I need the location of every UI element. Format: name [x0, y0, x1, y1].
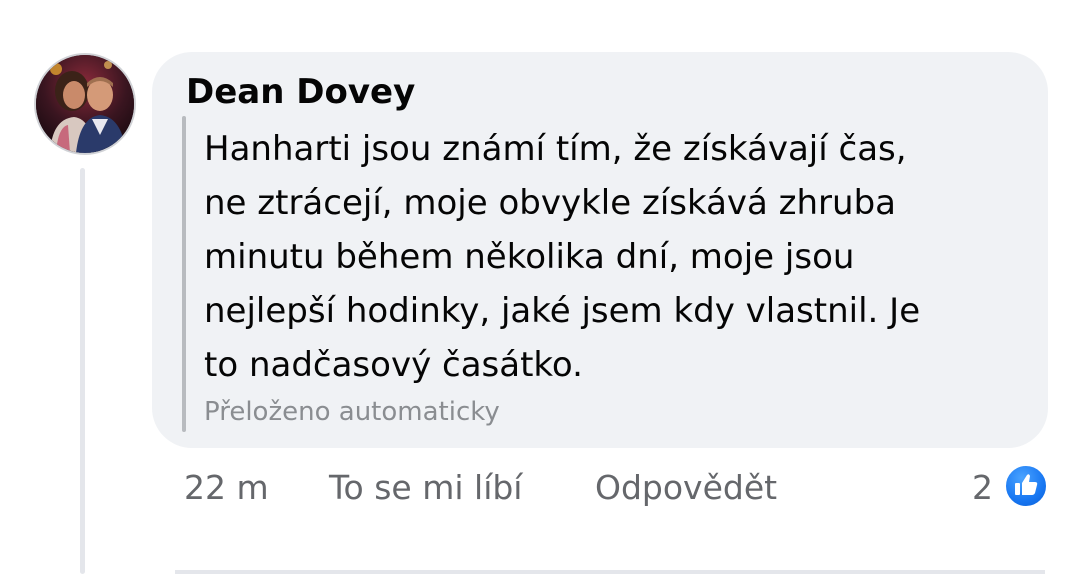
comment-line: nejlepší hodinky, jaké jsem kdy vlastnil… — [204, 291, 921, 331]
comment-timestamp[interactable]: 22 m — [184, 466, 269, 510]
auto-translated-label[interactable]: Přeloženo automaticky — [204, 394, 500, 430]
profile-photo-icon — [36, 55, 134, 153]
comment-line: Hanharti jsou známí tím, že získávají ča… — [204, 129, 907, 169]
divider — [175, 570, 1045, 574]
comment-thread: Dean Dovey Hanharti jsou známí tím, že z… — [0, 0, 1080, 574]
comment-line: minutu během několika dní, moje jsou — [204, 237, 855, 277]
avatar[interactable] — [34, 53, 136, 155]
translation-quote-bar — [182, 116, 186, 432]
reply-button[interactable]: Odpovědět — [595, 466, 777, 510]
like-button[interactable]: To se mi líbí — [329, 466, 522, 510]
comment-line: to nadčasový časátko. — [204, 345, 583, 385]
comment-author-name[interactable]: Dean Dovey — [186, 68, 415, 116]
comment-line: ne ztrácejí, moje obvykle získává zhruba — [204, 183, 897, 223]
reaction-count[interactable]: 2 — [972, 466, 993, 510]
thumbs-up-icon[interactable] — [1004, 464, 1048, 508]
comment-body: Hanharti jsou známí tím, že získávají ča… — [204, 122, 1024, 392]
thread-connector-line — [80, 168, 85, 574]
